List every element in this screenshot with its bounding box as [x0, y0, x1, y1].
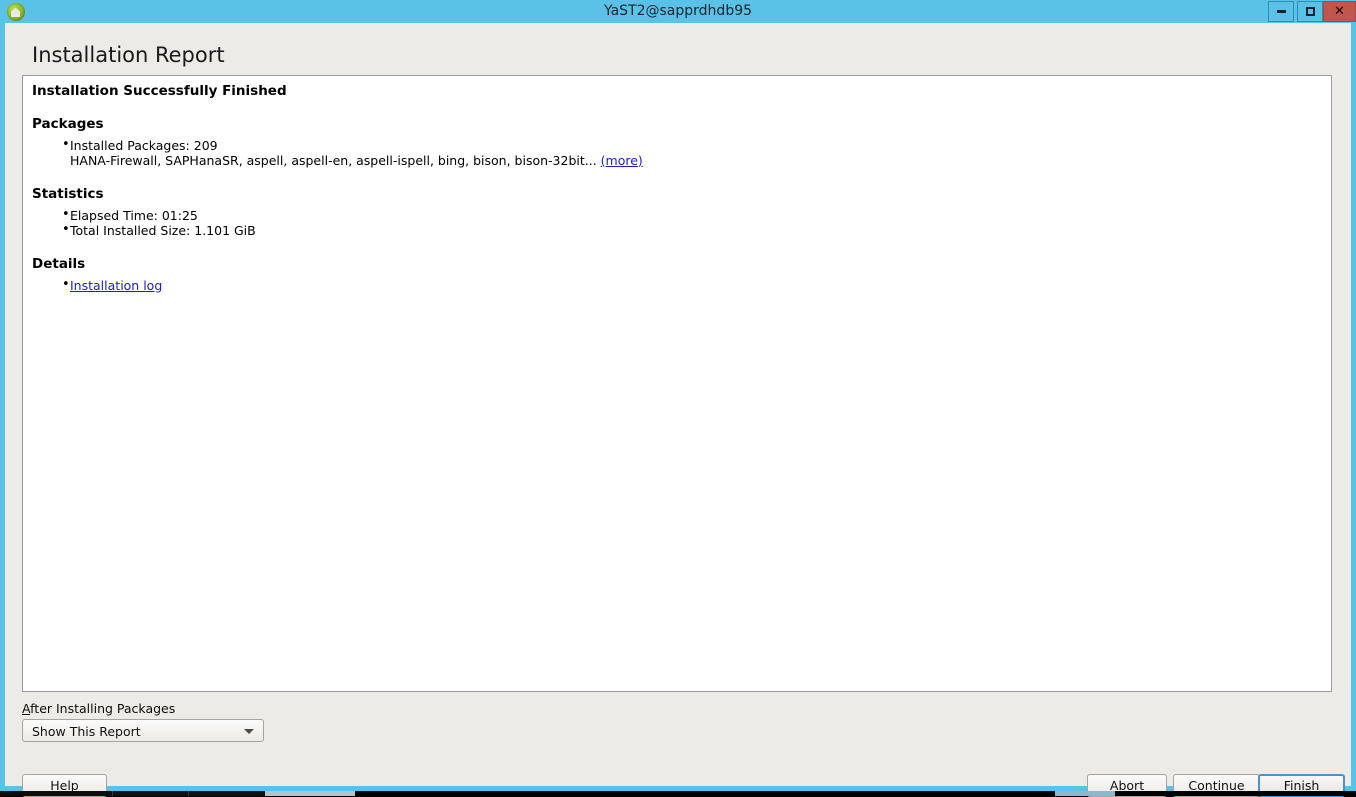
list-item: Elapsed Time: 01:25: [32, 209, 1321, 224]
report-title: Installation Successfully Finished: [32, 83, 1321, 99]
window-title: YaST2@sapprdhdb95: [0, 0, 1356, 23]
maximize-button[interactable]: [1297, 1, 1323, 22]
list-item: Installation log: [32, 279, 1321, 294]
window-client-area: Installation Report Installation Success…: [5, 23, 1351, 786]
after-label-accel: A: [22, 701, 30, 716]
taskbar-item[interactable]: [0, 791, 113, 796]
installation-log-link[interactable]: Installation log: [70, 278, 162, 293]
section-heading-statistics: Statistics: [32, 186, 1321, 202]
taskbar-item[interactable]: [189, 791, 264, 796]
installation-report-panel: Installation Successfully Finished Packa…: [22, 75, 1332, 692]
list-item: Installed Packages: 209 HANA-Firewall, S…: [32, 139, 1321, 168]
section-heading-details: Details: [32, 256, 1321, 272]
minimize-icon: [1277, 10, 1286, 13]
packages-list: Installed Packages: 209 HANA-Firewall, S…: [32, 139, 1321, 168]
more-packages-link[interactable]: (more): [601, 153, 643, 168]
maximize-icon: [1306, 7, 1315, 16]
page-title: Installation Report: [32, 43, 225, 67]
taskbar-item[interactable]: [265, 791, 355, 796]
close-button[interactable]: ✕: [1323, 1, 1356, 22]
details-list: Installation log: [32, 279, 1321, 294]
installed-packages-names-row: HANA-Firewall, SAPHanaSR, aspell, aspell…: [70, 154, 1321, 169]
installed-packages-names: HANA-Firewall, SAPHanaSR, aspell, aspell…: [70, 153, 597, 168]
installed-packages-count: Installed Packages: 209: [70, 138, 218, 153]
yast-window: YaST2@sapprdhdb95 ✕ Installation Report …: [0, 0, 1356, 791]
minimize-button[interactable]: [1268, 1, 1294, 22]
after-installing-packages-select[interactable]: Show This Report: [22, 719, 264, 742]
close-icon: ✕: [1334, 5, 1345, 18]
window-titlebar: YaST2@sapprdhdb95 ✕: [0, 0, 1356, 23]
chevron-down-icon: [244, 729, 254, 734]
list-item: Total Installed Size: 1.101 GiB: [32, 224, 1321, 239]
total-installed-size-value: Total Installed Size: 1.101 GiB: [70, 223, 256, 238]
desktop-taskbar[interactable]: [0, 791, 1356, 796]
statistics-list: Elapsed Time: 01:25 Total Installed Size…: [32, 209, 1321, 238]
taskbar-item[interactable]: [113, 791, 189, 796]
after-label-text: fter Installing Packages: [30, 701, 175, 716]
after-installing-packages-label: After Installing Packages: [22, 701, 175, 716]
section-heading-packages: Packages: [32, 116, 1321, 132]
after-installing-packages-value: Show This Report: [32, 720, 141, 743]
taskbar-item[interactable]: [1055, 791, 1115, 796]
elapsed-time-value: Elapsed Time: 01:25: [70, 208, 198, 223]
